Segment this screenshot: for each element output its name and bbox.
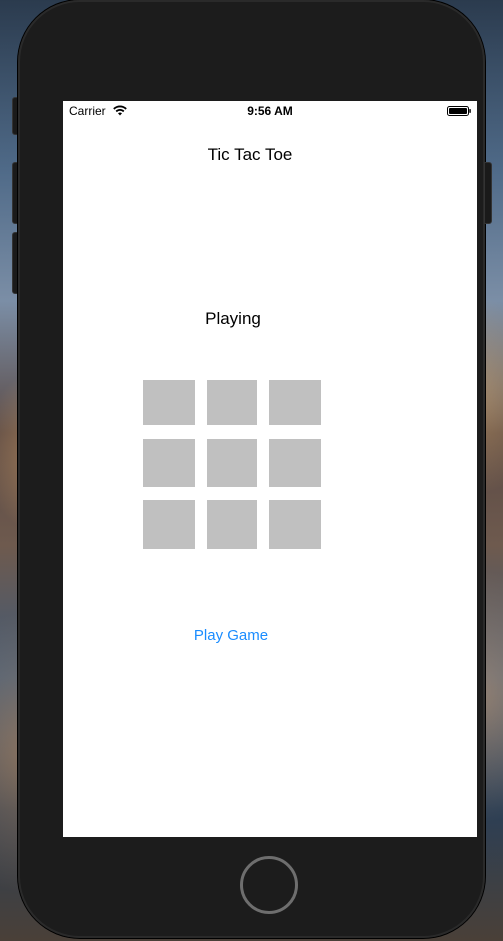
tic-tac-toe-board [63, 101, 477, 837]
board-cell-r2-c2[interactable] [207, 439, 257, 487]
board-cell-r1-c2[interactable] [207, 380, 257, 425]
app-screen: Carrier 9:56 AM Tic Tac Toe Playing Play… [63, 101, 477, 837]
board-cell-r1-c1[interactable] [143, 380, 195, 425]
phone-frame: Carrier 9:56 AM Tic Tac Toe Playing Play… [18, 0, 485, 938]
board-cell-r2-c1[interactable] [143, 439, 195, 487]
board-cell-r1-c3[interactable] [269, 380, 321, 425]
board-cell-r3-c3[interactable] [269, 500, 321, 549]
board-cell-r3-c1[interactable] [143, 500, 195, 549]
home-button[interactable] [240, 856, 298, 914]
board-cell-r3-c2[interactable] [207, 500, 257, 549]
power-button [484, 162, 492, 224]
board-cell-r2-c3[interactable] [269, 439, 321, 487]
play-game-button[interactable]: Play Game [63, 627, 399, 644]
